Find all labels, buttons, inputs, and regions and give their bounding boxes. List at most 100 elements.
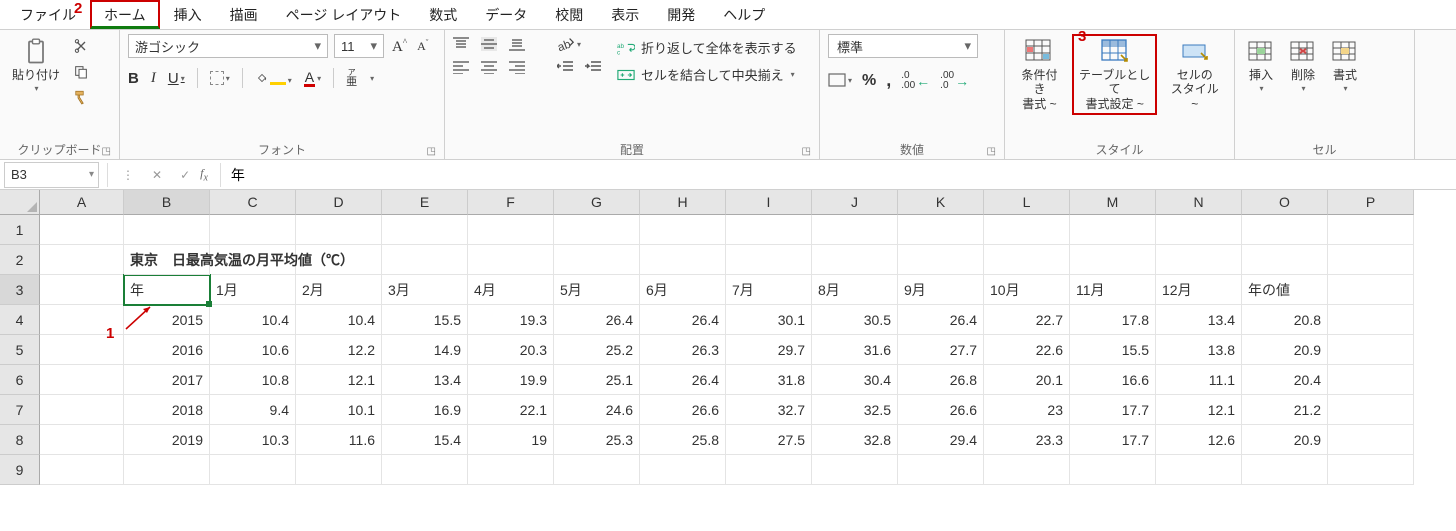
col-header-L[interactable]: L bbox=[984, 190, 1070, 215]
name-box[interactable]: B3 bbox=[4, 162, 99, 188]
cell-L4[interactable]: 22.7 bbox=[984, 305, 1070, 335]
col-header-M[interactable]: M bbox=[1070, 190, 1156, 215]
cell-A7[interactable] bbox=[40, 395, 124, 425]
tab-page-layout[interactable]: ページ レイアウト bbox=[272, 0, 416, 29]
increase-font-button[interactable]: A^ bbox=[390, 37, 409, 56]
cell-I1[interactable] bbox=[726, 215, 812, 245]
col-header-P[interactable]: P bbox=[1328, 190, 1414, 215]
cell-H2[interactable] bbox=[640, 245, 726, 275]
cell-A4[interactable] bbox=[40, 305, 124, 335]
underline-button[interactable]: U▾ bbox=[168, 70, 185, 87]
cell-N8[interactable]: 12.6 bbox=[1156, 425, 1242, 455]
delete-cells-button[interactable]: 削除▾ bbox=[1285, 34, 1321, 98]
cell-C1[interactable] bbox=[210, 215, 296, 245]
cell-O6[interactable]: 20.4 bbox=[1242, 365, 1328, 395]
bold-button[interactable]: B bbox=[128, 70, 139, 87]
cell-L7[interactable]: 23 bbox=[984, 395, 1070, 425]
font-size-select[interactable]: 11 bbox=[334, 34, 384, 58]
cell-K5[interactable]: 27.7 bbox=[898, 335, 984, 365]
clipboard-dialog-launcher[interactable]: ◳ bbox=[102, 146, 111, 157]
cell-J6[interactable]: 30.4 bbox=[812, 365, 898, 395]
enter-formula-button[interactable]: ✓ bbox=[180, 168, 190, 182]
cell-G4[interactable]: 26.4 bbox=[554, 305, 640, 335]
cell-I8[interactable]: 27.5 bbox=[726, 425, 812, 455]
cell-M2[interactable] bbox=[1070, 245, 1156, 275]
cell-A6[interactable] bbox=[40, 365, 124, 395]
cell-E5[interactable]: 14.9 bbox=[382, 335, 468, 365]
increase-indent-button[interactable] bbox=[585, 60, 601, 74]
cell-O7[interactable]: 21.2 bbox=[1242, 395, 1328, 425]
cell-O3[interactable]: 年の値 bbox=[1242, 275, 1328, 305]
cell-B6[interactable]: 2017 bbox=[124, 365, 210, 395]
cell-B2[interactable]: 東京 日最高気温の月平均値（℃） bbox=[124, 245, 210, 275]
merge-center-button[interactable]: セルを結合して中央揃え▾ bbox=[617, 65, 797, 84]
cell-J4[interactable]: 30.5 bbox=[812, 305, 898, 335]
cell-P6[interactable] bbox=[1328, 365, 1414, 395]
cell-A3[interactable] bbox=[40, 275, 124, 305]
cell-F1[interactable] bbox=[468, 215, 554, 245]
col-header-N[interactable]: N bbox=[1156, 190, 1242, 215]
cell-H7[interactable]: 26.6 bbox=[640, 395, 726, 425]
tab-home[interactable]: ホーム bbox=[90, 0, 160, 29]
cell-L2[interactable] bbox=[984, 245, 1070, 275]
cell-I2[interactable] bbox=[726, 245, 812, 275]
cell-F2[interactable] bbox=[468, 245, 554, 275]
left-align-button[interactable] bbox=[453, 60, 469, 74]
accounting-format-button[interactable]: ▾ bbox=[828, 73, 852, 89]
cell-D9[interactable] bbox=[296, 455, 382, 485]
cell-L5[interactable]: 22.6 bbox=[984, 335, 1070, 365]
cell-G9[interactable] bbox=[554, 455, 640, 485]
cell-K9[interactable] bbox=[898, 455, 984, 485]
decrease-decimal-button[interactable]: .00.0→ bbox=[940, 71, 969, 91]
cell-C7[interactable]: 9.4 bbox=[210, 395, 296, 425]
font-name-select[interactable]: 游ゴシック bbox=[128, 34, 328, 58]
cell-O2[interactable] bbox=[1242, 245, 1328, 275]
col-header-F[interactable]: F bbox=[468, 190, 554, 215]
formula-more-button[interactable]: ⋮ bbox=[122, 168, 134, 182]
format-cells-button[interactable]: 書式▾ bbox=[1327, 34, 1363, 98]
cell-O1[interactable] bbox=[1242, 215, 1328, 245]
cell-L6[interactable]: 20.1 bbox=[984, 365, 1070, 395]
comma-button[interactable]: , bbox=[886, 70, 891, 91]
cell-P9[interactable] bbox=[1328, 455, 1414, 485]
cut-button[interactable] bbox=[70, 37, 92, 55]
cell-H5[interactable]: 26.3 bbox=[640, 335, 726, 365]
orientation-button[interactable]: ab▾ bbox=[557, 36, 581, 52]
cell-J5[interactable]: 31.6 bbox=[812, 335, 898, 365]
cell-D8[interactable]: 11.6 bbox=[296, 425, 382, 455]
cell-I3[interactable]: 7月 bbox=[726, 275, 812, 305]
formula-input[interactable] bbox=[225, 162, 1456, 188]
cell-P2[interactable] bbox=[1328, 245, 1414, 275]
cell-K2[interactable] bbox=[898, 245, 984, 275]
row-header-6[interactable]: 6 bbox=[0, 365, 40, 395]
increase-decimal-button[interactable]: .0.00← bbox=[901, 71, 930, 91]
cell-D5[interactable]: 12.2 bbox=[296, 335, 382, 365]
cell-K4[interactable]: 26.4 bbox=[898, 305, 984, 335]
cell-I6[interactable]: 31.8 bbox=[726, 365, 812, 395]
cell-B3[interactable]: 年 bbox=[124, 275, 210, 305]
cell-D4[interactable]: 10.4 bbox=[296, 305, 382, 335]
col-header-K[interactable]: K bbox=[898, 190, 984, 215]
cell-F3[interactable]: 4月 bbox=[468, 275, 554, 305]
number-format-select[interactable]: 標準 bbox=[828, 34, 978, 58]
cell-M7[interactable]: 17.7 bbox=[1070, 395, 1156, 425]
row-header-5[interactable]: 5 bbox=[0, 335, 40, 365]
cell-K1[interactable] bbox=[898, 215, 984, 245]
row-header-9[interactable]: 9 bbox=[0, 455, 40, 485]
cell-N2[interactable] bbox=[1156, 245, 1242, 275]
cell-E1[interactable] bbox=[382, 215, 468, 245]
cell-K3[interactable]: 9月 bbox=[898, 275, 984, 305]
row-header-3[interactable]: 3 bbox=[0, 275, 40, 305]
cell-J3[interactable]: 8月 bbox=[812, 275, 898, 305]
cell-F9[interactable] bbox=[468, 455, 554, 485]
cell-I9[interactable] bbox=[726, 455, 812, 485]
cell-L1[interactable] bbox=[984, 215, 1070, 245]
bottom-align-button[interactable] bbox=[509, 37, 525, 51]
fx-icon[interactable]: fx bbox=[200, 166, 208, 183]
format-as-table-button[interactable]: テーブルとして 書式設定 ~ bbox=[1072, 34, 1158, 115]
conditional-format-button[interactable]: 条件付き 書式 ~ bbox=[1013, 34, 1066, 115]
cell-C6[interactable]: 10.8 bbox=[210, 365, 296, 395]
cell-C4[interactable]: 10.4 bbox=[210, 305, 296, 335]
col-header-D[interactable]: D bbox=[296, 190, 382, 215]
cell-G8[interactable]: 25.3 bbox=[554, 425, 640, 455]
